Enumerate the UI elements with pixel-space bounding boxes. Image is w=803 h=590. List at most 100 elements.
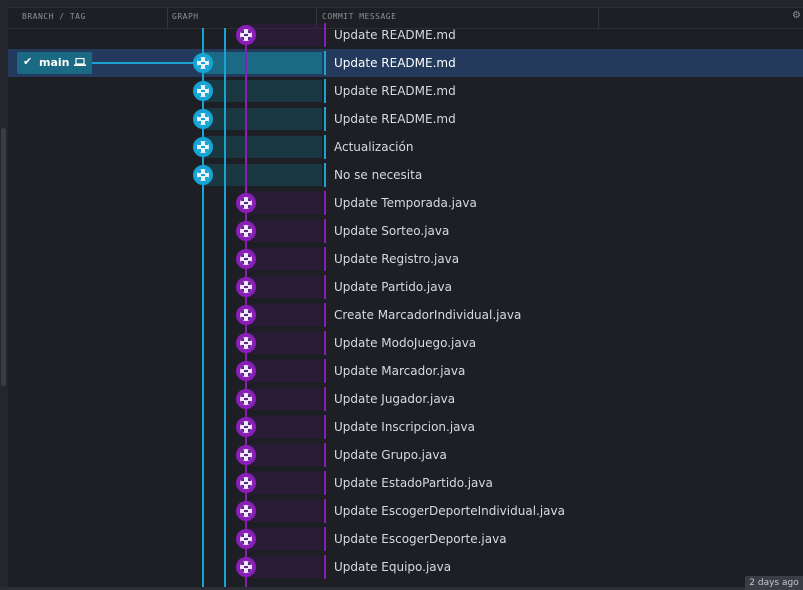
commit-graph-bar [204, 52, 322, 74]
header-branch-tag[interactable]: BRANCH / TAG [22, 12, 86, 21]
commit-avatar-node[interactable] [236, 361, 256, 381]
scrollbar-thumb[interactable] [1, 128, 6, 386]
header-commit-message[interactable]: COMMIT MESSAGE [322, 12, 396, 21]
commit-message: Update Partido.java [324, 275, 452, 299]
commit-graph-bar [204, 164, 322, 186]
commit-avatar-node[interactable] [193, 109, 213, 129]
commit-message: Update README.md [324, 79, 456, 103]
commit-row[interactable]: Update Partido.java [8, 273, 803, 301]
commit-graph-bar [246, 220, 322, 242]
check-icon: ✔ [23, 55, 33, 68]
commit-graph-bar [246, 444, 322, 466]
commit-graph-panel: BRANCH / TAG GRAPH COMMIT MESSAGE ⚙ Upda… [0, 0, 803, 590]
top-border [0, 0, 803, 8]
commit-message: Update Registro.java [324, 247, 459, 271]
commit-message: Update EscogerDeporteIndividual.java [324, 499, 565, 523]
commit-graph-bar [246, 276, 322, 298]
commit-avatar-node[interactable] [193, 165, 213, 185]
graph-lane-secondary [224, 28, 226, 590]
commit-graph-bar [246, 388, 322, 410]
left-scrollbar[interactable] [0, 0, 8, 590]
commit-avatar-node[interactable] [236, 25, 256, 45]
commit-avatar-node[interactable] [193, 53, 213, 73]
avatar-identicon [240, 449, 252, 461]
commit-row[interactable]: Update EstadoPartido.java [8, 469, 803, 497]
commit-row[interactable]: Update Registro.java [8, 245, 803, 273]
commit-message: Update EstadoPartido.java [324, 471, 493, 495]
commit-message: Create MarcadorIndividual.java [324, 303, 521, 327]
laptop-icon [74, 58, 86, 66]
commit-row[interactable]: Update Sorteo.java [8, 217, 803, 245]
commit-row[interactable]: Update Temporada.java [8, 189, 803, 217]
commit-graph-bar [246, 304, 322, 326]
commit-row[interactable]: Update Jugador.java [8, 385, 803, 413]
header-graph[interactable]: GRAPH [172, 12, 199, 21]
commit-message: Update Temporada.java [324, 191, 477, 215]
commit-row[interactable]: Update README.md [8, 21, 803, 49]
commit-avatar-node[interactable] [236, 305, 256, 325]
avatar-identicon [240, 505, 252, 517]
commit-message: Update Jugador.java [324, 387, 455, 411]
commit-avatar-node[interactable] [236, 333, 256, 353]
avatar-identicon [240, 309, 252, 321]
commit-avatar-node[interactable] [236, 557, 256, 577]
commit-avatar-node[interactable] [236, 221, 256, 241]
commit-row[interactable]: Update Inscripcion.java [8, 413, 803, 441]
branch-connector-line [92, 62, 195, 64]
commit-graph-bar [246, 248, 322, 270]
avatar-identicon [240, 225, 252, 237]
commit-row[interactable]: Update README.md [8, 105, 803, 133]
commit-avatar-node[interactable] [193, 81, 213, 101]
commit-row[interactable]: Update ModoJuego.java [8, 329, 803, 357]
branch-tag-main[interactable]: ✔ main [17, 52, 92, 74]
avatar-identicon [240, 197, 252, 209]
commit-graph-bar [246, 556, 322, 578]
avatar-identicon [240, 337, 252, 349]
commit-avatar-node[interactable] [236, 389, 256, 409]
commit-avatar-node[interactable] [236, 529, 256, 549]
commit-graph-bar [246, 192, 322, 214]
commit-row[interactable]: Update Equipo.java [8, 553, 803, 581]
avatar-identicon [197, 57, 209, 69]
commit-message: Update README.md [324, 51, 456, 75]
commit-row[interactable]: Update EscogerDeporte.java [8, 525, 803, 553]
commit-row[interactable]: Update README.md [8, 77, 803, 105]
avatar-identicon [240, 29, 252, 41]
commit-row[interactable]: Create MarcadorIndividual.java [8, 301, 803, 329]
commit-graph-bar [204, 108, 322, 130]
avatar-identicon [197, 141, 209, 153]
avatar-identicon [197, 85, 209, 97]
avatar-identicon [197, 113, 209, 125]
commit-avatar-node[interactable] [236, 501, 256, 521]
commit-row[interactable]: No se necesita [8, 161, 803, 189]
commit-message: Update README.md [324, 107, 456, 131]
commit-avatar-node[interactable] [236, 417, 256, 437]
commit-avatar-node[interactable] [236, 249, 256, 269]
commit-avatar-node[interactable] [193, 137, 213, 157]
commit-row[interactable]: Actualización [8, 133, 803, 161]
commit-graph-bar [204, 136, 322, 158]
avatar-identicon [240, 253, 252, 265]
commit-message: Update Inscripcion.java [324, 415, 475, 439]
commit-graph-bar [204, 80, 322, 102]
commit-message: Update Grupo.java [324, 443, 447, 467]
commit-row[interactable]: Update Marcador.java [8, 357, 803, 385]
avatar-identicon [240, 365, 252, 377]
commit-avatar-node[interactable] [236, 277, 256, 297]
branch-name: main [39, 56, 70, 69]
commit-graph-bar [246, 500, 322, 522]
avatar-identicon [197, 169, 209, 181]
commit-row[interactable]: Update EscogerDeporteIndividual.java [8, 497, 803, 525]
commit-graph-bar [246, 416, 322, 438]
gear-icon[interactable]: ⚙ [792, 10, 801, 21]
timestamp-badge: 2 days ago [745, 576, 803, 590]
commit-graph-bar [246, 24, 322, 46]
avatar-identicon [240, 281, 252, 293]
avatar-identicon [240, 533, 252, 545]
commit-message: No se necesita [324, 163, 422, 187]
commit-avatar-node[interactable] [236, 445, 256, 465]
commit-avatar-node[interactable] [236, 193, 256, 213]
commit-row[interactable]: Update Grupo.java [8, 441, 803, 469]
avatar-identicon [240, 561, 252, 573]
commit-avatar-node[interactable] [236, 473, 256, 493]
